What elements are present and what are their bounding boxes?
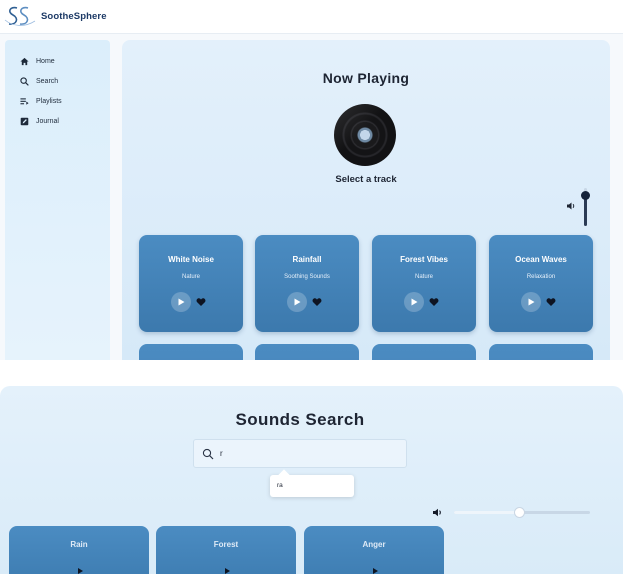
sound-card[interactable]: Rain xyxy=(9,526,149,574)
search-suggestion[interactable]: ra xyxy=(270,469,354,497)
search-icon xyxy=(202,448,214,459)
search-screen: Sounds Search ra Rain Forest Anger xyxy=(0,386,623,574)
sidebar-item-playlists[interactable]: Playlists xyxy=(19,94,62,108)
screen-divider xyxy=(0,360,623,386)
app-header: SootheSphere xyxy=(0,0,623,34)
sidebar-item-label: Playlists xyxy=(36,97,62,105)
track-title: White Noise xyxy=(168,255,214,264)
play-button[interactable] xyxy=(287,292,307,312)
sidebar-item-search[interactable]: Search xyxy=(19,74,58,88)
page-title: Now Playing xyxy=(322,70,410,86)
search-icon xyxy=(19,76,29,86)
sidebar-item-journal[interactable]: Journal xyxy=(19,114,59,128)
track-status: Select a track xyxy=(335,174,397,185)
volume-slider-thumb[interactable] xyxy=(581,191,590,201)
volume-icon[interactable] xyxy=(432,507,443,518)
volume-icon[interactable] xyxy=(566,201,576,211)
sidebar-item-label: Home xyxy=(36,57,55,65)
track-card[interactable] xyxy=(372,344,476,360)
now-playing-panel: Now Playing Select a track White Noise N… xyxy=(122,40,610,360)
vinyl-gloss xyxy=(334,104,396,166)
sound-title: Anger xyxy=(362,540,386,549)
track-card[interactable] xyxy=(489,344,593,360)
journal-icon xyxy=(19,116,29,126)
home-icon xyxy=(19,56,29,66)
sidebar: Home Search Playlists Journal xyxy=(5,40,110,360)
brand-name[interactable]: SootheSphere xyxy=(41,11,107,22)
track-category: Soothing Sounds xyxy=(284,274,330,280)
track-category: Relaxation xyxy=(526,274,556,280)
search-box[interactable] xyxy=(193,439,407,468)
sound-card[interactable]: Forest xyxy=(156,526,296,574)
play-button[interactable] xyxy=(404,292,424,312)
track-card[interactable] xyxy=(255,344,359,360)
track-card[interactable]: Ocean Waves Relaxation xyxy=(489,235,593,332)
sidebar-item-home[interactable]: Home xyxy=(19,54,55,68)
track-card[interactable]: White Noise Nature xyxy=(139,235,243,332)
search-input[interactable] xyxy=(220,449,390,458)
play-icon xyxy=(411,298,418,306)
volume-slider[interactable] xyxy=(581,188,590,226)
heart-icon[interactable] xyxy=(196,297,206,307)
sound-card[interactable]: Anger xyxy=(304,526,444,574)
track-title: Forest Vibes xyxy=(400,255,448,264)
play-icon xyxy=(528,298,535,306)
play-icon[interactable] xyxy=(77,568,83,574)
play-icon[interactable] xyxy=(372,568,378,574)
play-icon xyxy=(294,298,301,306)
track-category: Nature xyxy=(181,274,200,280)
play-icon xyxy=(178,298,185,306)
track-card[interactable]: Rainfall Soothing Sounds xyxy=(255,235,359,332)
suggestion-text: ra xyxy=(277,482,283,489)
heart-icon[interactable] xyxy=(312,297,322,307)
play-icon[interactable] xyxy=(224,568,230,574)
track-title: Ocean Waves xyxy=(515,255,567,264)
suggestion-arrow xyxy=(278,469,290,481)
track-title: Rainfall xyxy=(292,255,322,264)
sound-title: Forest xyxy=(213,540,239,549)
page-title: Sounds Search xyxy=(235,410,365,429)
play-button[interactable] xyxy=(171,292,191,312)
track-card[interactable] xyxy=(139,344,243,360)
volume-slider-fill xyxy=(454,511,520,514)
volume-slider-fill xyxy=(584,195,587,226)
logo-ss-icon[interactable] xyxy=(4,4,36,30)
sidebar-item-label: Journal xyxy=(36,117,59,125)
volume-slider-thumb[interactable] xyxy=(513,507,525,518)
track-category: Nature xyxy=(414,274,433,280)
track-card[interactable]: Forest Vibes Nature xyxy=(372,235,476,332)
play-button[interactable] xyxy=(521,292,541,312)
heart-icon[interactable] xyxy=(429,297,439,307)
sidebar-item-label: Search xyxy=(36,77,59,85)
sound-title: Rain xyxy=(70,540,88,549)
volume-slider[interactable] xyxy=(454,507,590,518)
playlist-icon xyxy=(19,96,29,106)
player-screen: SootheSphere Home Search Playlists Journ… xyxy=(0,0,623,360)
heart-icon[interactable] xyxy=(546,297,556,307)
